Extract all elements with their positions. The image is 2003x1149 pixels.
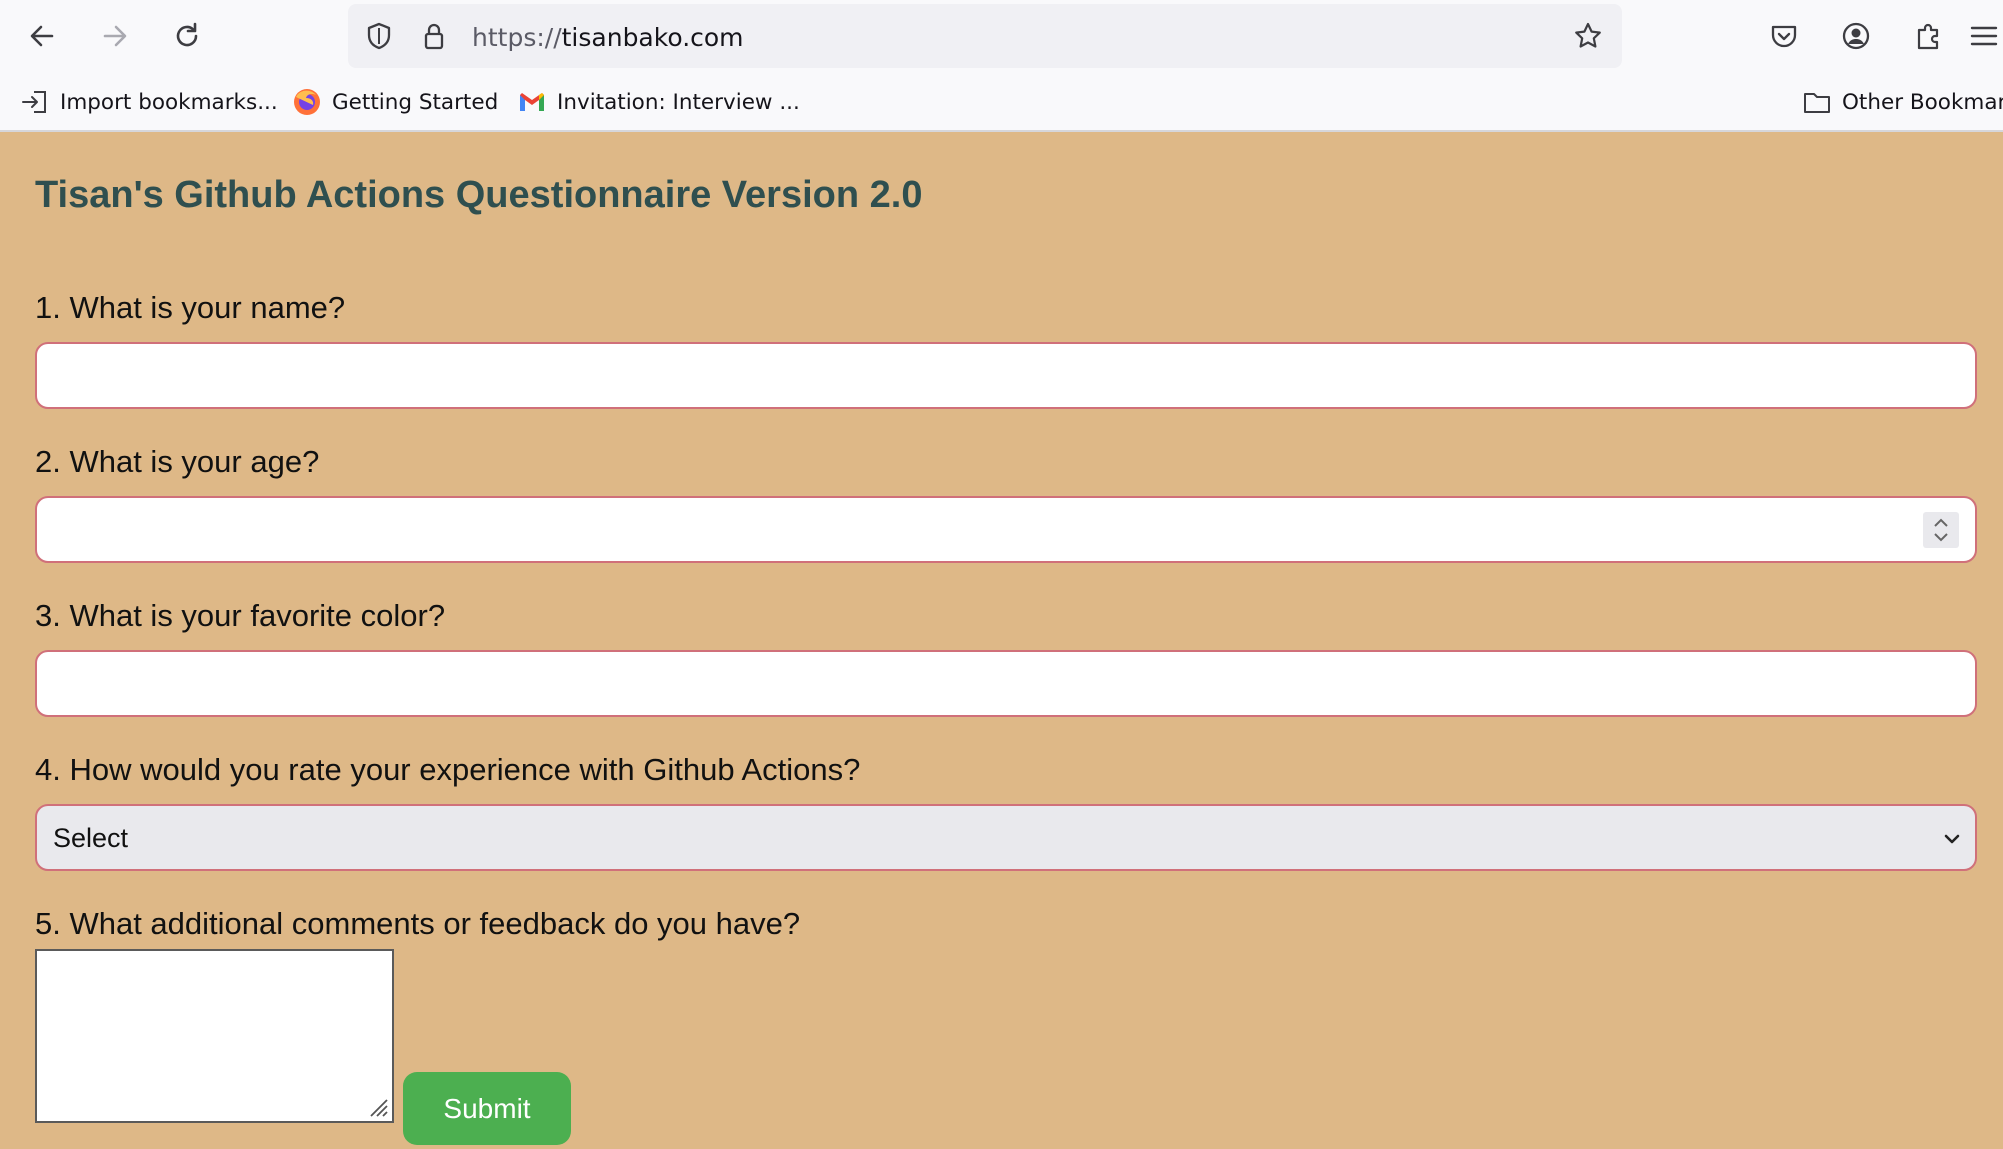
extensions-button[interactable] (1906, 14, 1950, 58)
forward-button[interactable] (93, 14, 137, 58)
bookmark-other-label: Other Bookmarks (1842, 89, 2003, 115)
firefox-icon (294, 89, 320, 115)
question-4-label: 4. How would you rate your experience wi… (35, 752, 861, 787)
url-bar[interactable]: https://tisanbako.com (348, 4, 1622, 68)
url-host: tisanbako.com (561, 23, 744, 52)
pocket-button[interactable] (1762, 14, 1806, 58)
back-button[interactable] (20, 14, 64, 58)
extensions-icon (1917, 23, 1939, 50)
bookmark-other[interactable]: Other Bookmarks (1802, 86, 2003, 118)
menu-icon (1970, 26, 1998, 46)
question-1-label: 1. What is your name? (35, 290, 346, 325)
submit-button[interactable]: Submit (403, 1072, 571, 1145)
url-text[interactable]: https://tisanbako.com (472, 23, 744, 52)
gmail-icon (520, 93, 544, 111)
lock-icon[interactable] (418, 20, 450, 52)
chevron-down-icon (1944, 834, 1960, 844)
forward-icon (103, 25, 127, 47)
chevron-up-icon (1934, 518, 1948, 527)
back-icon (30, 25, 54, 47)
favorite-color-input[interactable] (35, 650, 1977, 717)
menu-button[interactable] (1968, 14, 2003, 58)
experience-rating-value: Select (53, 823, 129, 853)
url-scheme: https:// (472, 23, 562, 52)
page-title: Tisan's Github Actions Questionnaire Ver… (35, 174, 923, 216)
question-5-label: 5. What additional comments or feedback … (35, 906, 801, 941)
bookmark-import[interactable]: Import bookmarks... (20, 86, 278, 118)
comments-textarea[interactable] (35, 949, 394, 1123)
bookmark-import-label: Import bookmarks... (60, 89, 278, 115)
bookmark-invitation-label: Invitation: Interview ... (557, 89, 800, 115)
pocket-icon (1771, 25, 1797, 48)
account-button[interactable] (1834, 14, 1878, 58)
name-input[interactable] (35, 342, 1977, 409)
age-stepper[interactable] (1923, 512, 1959, 548)
questionnaire-page: Tisan's Github Actions Questionnaire Ver… (0, 134, 2003, 1149)
bookmark-getting-started-label: Getting Started (332, 89, 499, 115)
experience-rating-select[interactable]: Select (35, 804, 1977, 871)
question-2-label: 2. What is your age? (35, 444, 320, 479)
reload-button[interactable] (165, 14, 209, 58)
account-icon (1842, 22, 1870, 50)
age-input[interactable] (35, 496, 1977, 563)
import-icon (22, 91, 46, 113)
bookmark-star-icon[interactable] (1572, 20, 1604, 52)
browser-toolbar: https://tisanbako.com (0, 0, 2003, 72)
chevron-down-icon (1934, 533, 1948, 542)
bookmark-invitation[interactable]: Invitation: Interview ... (517, 86, 800, 118)
bookmarks-toolbar: Import bookmarks... Getting Started Invi… (0, 72, 2003, 132)
reload-icon (176, 22, 198, 47)
shield-icon[interactable] (363, 20, 395, 52)
folder-icon (1804, 93, 1830, 113)
question-3-label: 3. What is your favorite color? (35, 598, 446, 633)
bookmark-getting-started[interactable]: Getting Started (292, 86, 498, 118)
resize-grip-icon[interactable] (365, 1094, 389, 1118)
